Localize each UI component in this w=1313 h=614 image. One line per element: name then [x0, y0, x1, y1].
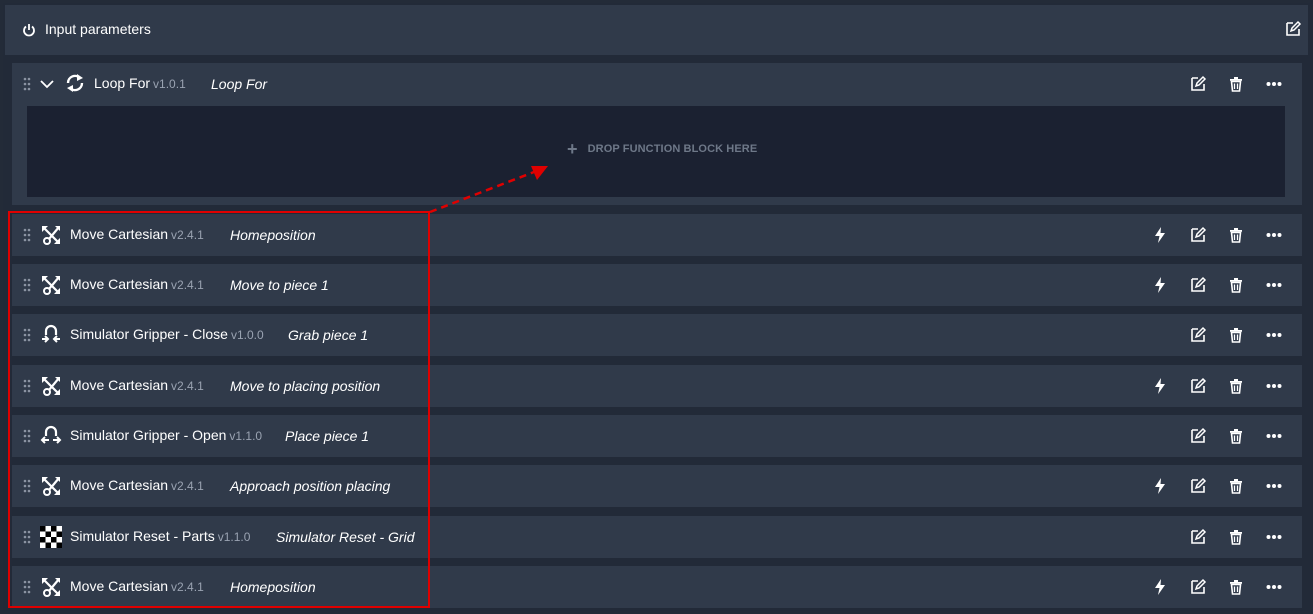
loop-for-block[interactable]: Loop For v1.0.1 Loop For + DROP FUNCTION …: [12, 63, 1302, 205]
gripper-close-icon: [39, 323, 63, 347]
edit-icon[interactable]: [1189, 377, 1207, 395]
drag-handle-icon[interactable]: [23, 479, 31, 493]
more-options-icon[interactable]: [1265, 528, 1283, 546]
block-version: v2.4.1: [171, 278, 204, 292]
trash-icon[interactable]: [1227, 477, 1245, 495]
edit-icon[interactable]: [1189, 326, 1207, 344]
block-description: Approach position placing: [230, 478, 391, 494]
lightning-icon[interactable]: [1151, 578, 1169, 596]
block-version: v1.1.0: [217, 530, 251, 544]
trash-icon[interactable]: [1227, 377, 1245, 395]
block-name: Move Cartesian v2.4.1: [70, 377, 204, 393]
trash-icon[interactable]: [1227, 528, 1245, 546]
checkerboard-icon: [39, 525, 63, 549]
drag-handle-icon[interactable]: [23, 77, 31, 91]
function-block-row[interactable]: Move Cartesian v2.4.1 Homeposition: [12, 214, 1302, 256]
block-name: Move Cartesian v2.4.1: [70, 477, 204, 493]
chevron-down-icon[interactable]: [39, 77, 55, 91]
function-block-row[interactable]: Simulator Gripper - Open v1.1.0 Place piec…: [12, 415, 1302, 457]
lightning-icon[interactable]: [1151, 276, 1169, 294]
block-name: Move Cartesian v2.4.1: [70, 578, 204, 594]
more-options-icon[interactable]: [1265, 226, 1283, 244]
drop-zone-label: + DROP FUNCTION BLOCK HERE: [567, 138, 758, 159]
more-options-icon[interactable]: [1265, 326, 1283, 344]
trash-icon[interactable]: [1227, 226, 1245, 244]
block-name: Move Cartesian v2.4.1: [70, 226, 204, 242]
block-description: Simulator Reset - Grid: [276, 529, 415, 545]
trash-icon[interactable]: [1227, 326, 1245, 344]
more-options-icon[interactable]: [1265, 377, 1283, 395]
edit-icon[interactable]: [1189, 75, 1207, 93]
trash-icon[interactable]: [1227, 276, 1245, 294]
trash-icon[interactable]: [1227, 75, 1245, 93]
drag-handle-icon[interactable]: [23, 278, 31, 292]
move-cartesian-icon: [39, 374, 63, 398]
block-version: v2.4.1: [171, 228, 204, 242]
block-description: Place piece 1: [285, 428, 370, 444]
block-name: Move Cartesian v2.4.1: [70, 276, 204, 292]
more-options-icon[interactable]: [1265, 477, 1283, 495]
more-options-icon[interactable]: [1265, 578, 1283, 596]
loop-version: v1.0.1: [153, 77, 186, 91]
edit-icon[interactable]: [1189, 276, 1207, 294]
drag-handle-icon[interactable]: [23, 580, 31, 594]
trash-icon[interactable]: [1227, 427, 1245, 445]
block-description: Homeposition: [230, 227, 316, 243]
more-options-icon[interactable]: [1265, 75, 1283, 93]
block-description: Move to placing position: [230, 378, 381, 394]
move-cartesian-icon: [39, 575, 63, 599]
more-options-icon[interactable]: [1265, 276, 1283, 294]
block-version: v1.1.0: [229, 429, 263, 443]
loop-description: Loop For: [211, 76, 268, 92]
drag-handle-icon[interactable]: [23, 228, 31, 242]
loop-name: Loop For v1.0.1: [94, 75, 186, 91]
block-description: Homeposition: [230, 579, 316, 595]
loop-for-row[interactable]: Loop For v1.0.1 Loop For: [12, 63, 1302, 105]
lightning-icon[interactable]: [1151, 377, 1169, 395]
block-version: v1.0.0: [230, 328, 264, 342]
function-block-row[interactable]: Move Cartesian v2.4.1 Approach position pl…: [12, 465, 1302, 507]
move-cartesian-icon: [39, 223, 63, 247]
header-title: Input parameters: [45, 21, 151, 37]
edit-icon[interactable]: [1189, 477, 1207, 495]
more-options-icon[interactable]: [1265, 427, 1283, 445]
drag-handle-icon[interactable]: [23, 530, 31, 544]
drop-zone[interactable]: + DROP FUNCTION BLOCK HERE: [27, 106, 1285, 197]
edit-icon[interactable]: [1189, 528, 1207, 546]
block-description: Grab piece 1: [288, 327, 369, 343]
function-block-row[interactable]: Move Cartesian v2.4.1 Move to placing posi…: [12, 365, 1302, 407]
block-name: Simulator Gripper - Close v1.0.0: [70, 326, 264, 342]
block-name: Simulator Gripper - Open v1.1.0: [70, 427, 263, 443]
block-version: v2.4.1: [171, 379, 204, 393]
block-version: v2.4.1: [171, 479, 204, 493]
drag-handle-icon[interactable]: [23, 328, 31, 342]
trash-icon[interactable]: [1227, 578, 1245, 596]
function-block-row[interactable]: Simulator Gripper - Close v1.0.0 Grab piec…: [12, 314, 1302, 356]
lightning-icon[interactable]: [1151, 226, 1169, 244]
function-block-row[interactable]: Move Cartesian v2.4.1 Move to piece 1: [12, 264, 1302, 306]
power-icon: [21, 22, 37, 38]
edit-icon[interactable]: [1284, 20, 1302, 38]
function-block-row[interactable]: Move Cartesian v2.4.1 Homeposition: [12, 566, 1302, 608]
plus-icon: +: [567, 138, 578, 159]
move-cartesian-icon: [39, 273, 63, 297]
loop-icon: [64, 72, 86, 94]
edit-icon[interactable]: [1189, 578, 1207, 596]
lightning-icon[interactable]: [1151, 477, 1169, 495]
input-parameters-header[interactable]: Input parameters: [5, 5, 1308, 55]
gripper-open-icon: [39, 424, 63, 448]
move-cartesian-icon: [39, 474, 63, 498]
block-description: Move to piece 1: [230, 277, 329, 293]
block-name: Simulator Reset - Parts v1.1.0: [70, 528, 251, 544]
block-version: v2.4.1: [171, 580, 204, 594]
edit-icon[interactable]: [1189, 226, 1207, 244]
function-block-row[interactable]: Simulator Reset - Parts v1.1.0 Simulator R…: [12, 516, 1302, 558]
drag-handle-icon[interactable]: [23, 379, 31, 393]
edit-icon[interactable]: [1189, 427, 1207, 445]
drag-handle-icon[interactable]: [23, 429, 31, 443]
